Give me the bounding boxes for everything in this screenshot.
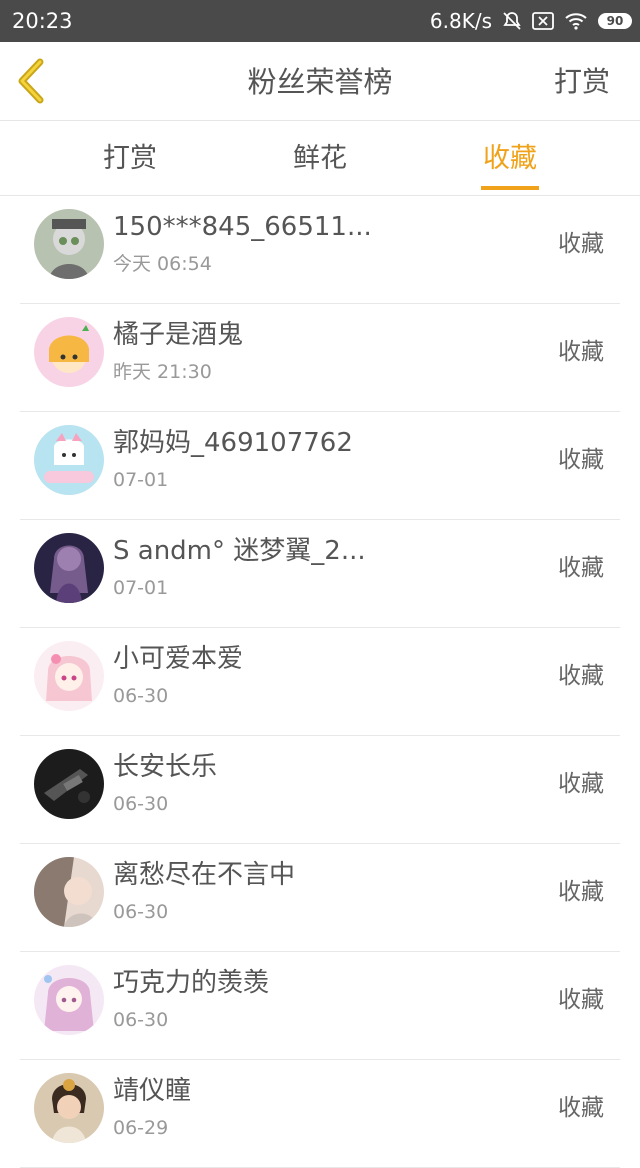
list-item[interactable]: 靖仪瞳 06-29 收藏 [20, 1060, 620, 1168]
avatar [34, 857, 104, 927]
reward-button[interactable]: 打赏 [554, 62, 610, 102]
tab-bar: 打赏 鲜花 收藏 [0, 121, 640, 196]
wifi-icon [564, 12, 588, 30]
timestamp: 06-30 [113, 1009, 169, 1031]
timestamp: 07-01 [113, 577, 169, 599]
tab-reward[interactable]: 打赏 [60, 121, 200, 195]
avatar [34, 965, 104, 1035]
list-item[interactable]: 150***845_66511... 今天 06:54 收藏 [20, 196, 620, 304]
avatar [34, 749, 104, 819]
action-label: 收藏 [558, 339, 604, 365]
avatar [34, 533, 104, 603]
sim-off-icon [532, 12, 554, 30]
list-item[interactable]: 橘子是酒鬼 昨天 21:30 收藏 [20, 304, 620, 412]
user-name: 靖仪瞳 [113, 1076, 192, 1106]
battery-icon: 90 [598, 13, 632, 29]
avatar [34, 425, 104, 495]
timestamp: 昨天 21:30 [113, 361, 212, 383]
active-tab-indicator [481, 186, 539, 190]
tab-favorites[interactable]: 收藏 [440, 121, 580, 195]
tab-label: 打赏 [103, 143, 157, 174]
action-label: 收藏 [558, 663, 604, 689]
action-label: 收藏 [558, 447, 604, 473]
status-time: 20:23 [12, 9, 73, 33]
list-item[interactable]: 小可爱本爱 06-30 收藏 [20, 628, 620, 736]
action-label: 收藏 [558, 987, 604, 1013]
avatar [34, 209, 104, 279]
action-label: 收藏 [558, 771, 604, 797]
tab-label: 收藏 [483, 143, 537, 174]
status-icons: 6.8K/s 90 [430, 8, 632, 34]
tab-label: 鲜花 [293, 143, 347, 174]
action-label: 收藏 [558, 555, 604, 581]
top-nav-bar: 粉丝荣誉榜 打赏 [0, 42, 640, 121]
timestamp: 06-29 [113, 1117, 169, 1139]
tab-flowers[interactable]: 鲜花 [250, 121, 390, 195]
timestamp: 06-30 [113, 901, 169, 923]
page-title: 粉丝荣誉榜 [247, 65, 393, 99]
status-bar: 20:23 6.8K/s 90 [0, 0, 640, 42]
user-name: 长安长乐 [113, 752, 218, 782]
action-label: 收藏 [558, 1095, 604, 1121]
timestamp: 今天 06:54 [113, 253, 212, 275]
timestamp: 07-01 [113, 469, 169, 491]
list-item[interactable]: 长安长乐 06-30 收藏 [20, 736, 620, 844]
action-label: 收藏 [558, 879, 604, 905]
action-label: 收藏 [558, 231, 604, 257]
timestamp: 06-30 [113, 793, 169, 815]
avatar [34, 641, 104, 711]
list-item[interactable]: 离愁尽在不言中 06-30 收藏 [20, 844, 620, 952]
user-name: 离愁尽在不言中 [113, 860, 296, 890]
user-name: 小可爱本爱 [113, 644, 244, 674]
net-speed: 6.8K/s [429, 9, 492, 33]
user-name: 150***845_66511... [113, 212, 372, 242]
user-name: 巧克力的羡羡 [113, 968, 270, 998]
list-item[interactable]: S andm° 迷梦翼_2... 07-01 收藏 [20, 520, 620, 628]
user-name: 橘子是酒鬼 [113, 320, 244, 350]
user-name: 郭妈妈_469107762 [113, 428, 353, 458]
list-item[interactable]: 巧克力的羡羡 06-30 收藏 [20, 952, 620, 1060]
avatar [34, 1073, 104, 1143]
timestamp: 06-30 [113, 685, 169, 707]
list-item[interactable]: 郭妈妈_469107762 07-01 收藏 [20, 412, 620, 520]
bell-off-icon [502, 11, 522, 31]
avatar [34, 317, 104, 387]
fan-list: 150***845_66511... 今天 06:54 收藏 橘子是酒鬼 昨天 … [0, 196, 640, 1168]
user-name: S andm° 迷梦翼_2... [113, 536, 366, 566]
